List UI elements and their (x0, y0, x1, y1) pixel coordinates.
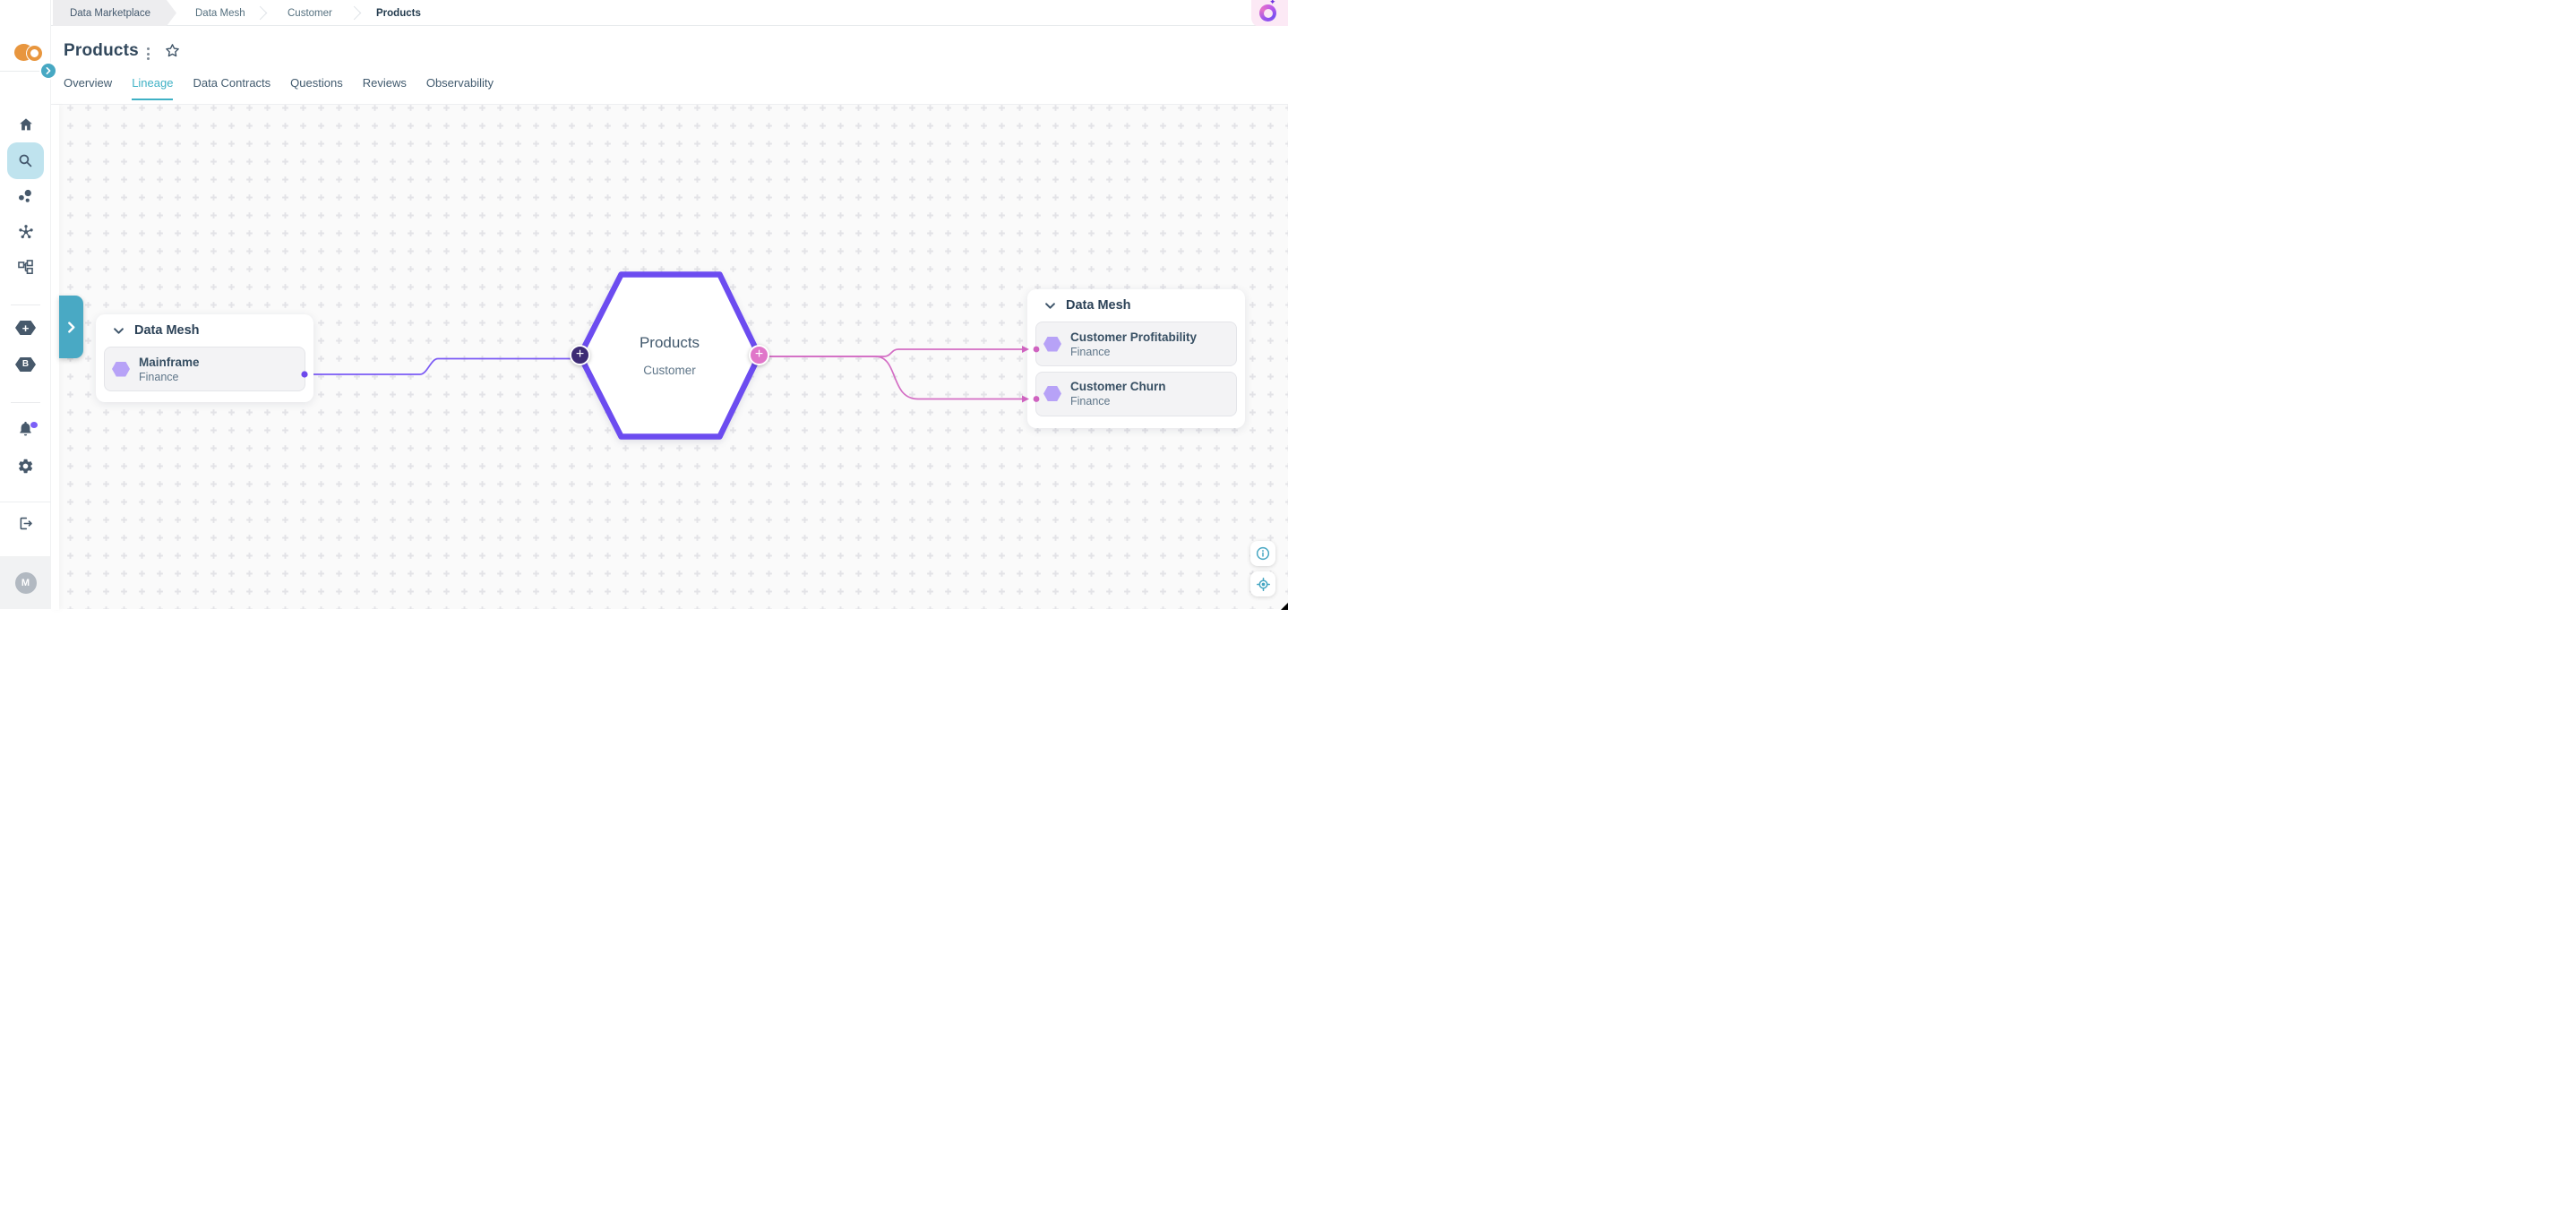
sidebar-item-search[interactable] (7, 142, 44, 179)
sidebar: + B M (0, 0, 51, 609)
add-upstream-button[interactable]: + (570, 345, 590, 365)
tab-reviews[interactable]: Reviews (363, 76, 407, 100)
divider (11, 304, 40, 305)
app-window: + B M Data Marketp (0, 0, 1288, 609)
page-title: Products (64, 41, 139, 61)
node-title: Products (580, 334, 760, 352)
sidebar-item-domains[interactable] (0, 188, 51, 205)
downstream-group-card: Data Mesh Customer Profitability Finance… (1027, 289, 1245, 428)
divider (11, 402, 40, 403)
add-downstream-button[interactable]: + (749, 345, 769, 365)
bubbles-icon (17, 188, 34, 205)
node-domain: Finance (1070, 346, 1197, 358)
sparkle-icon: ✦ (1276, 0, 1280, 2)
search-icon (17, 152, 34, 169)
sparkle-icon: ✦ (1269, 0, 1276, 6)
page-header: Products Overview Lineage Data Contracts… (51, 26, 1288, 105)
tab-observability[interactable]: Observability (426, 76, 494, 100)
avatar-section: M (0, 556, 51, 609)
breadcrumb-item-data-marketplace[interactable]: Data Marketplace (53, 0, 176, 26)
sidebar-expand-toggle[interactable] (41, 64, 56, 78)
avatar[interactable]: M (15, 572, 37, 594)
breadcrumb-item-data-mesh[interactable]: Data Mesh (195, 0, 245, 26)
sidebar-item-network[interactable] (0, 223, 51, 241)
hub-network-icon (17, 223, 35, 241)
sidebar-item-logout[interactable] (0, 515, 51, 532)
canvas-info-button[interactable] (1250, 541, 1275, 566)
node-name: Mainframe (139, 356, 200, 369)
favorite-star-button[interactable] (164, 42, 181, 64)
central-node-products[interactable]: Products Customer (580, 334, 760, 377)
sidebar-item-business-glossary[interactable]: B (0, 357, 51, 372)
panel-expand-toggle[interactable] (59, 296, 83, 358)
tab-overview[interactable]: Overview (64, 76, 112, 100)
tab-questions[interactable]: Questions (290, 76, 343, 100)
chevron-down-icon (1045, 303, 1055, 309)
data-product-hexagon-icon (1043, 337, 1061, 352)
home-icon (18, 116, 34, 133)
group-title: Data Mesh (134, 323, 200, 338)
node-domain: Finance (139, 371, 200, 383)
lineage-node-mainframe[interactable]: Mainframe Finance (104, 347, 305, 391)
upstream-group-card: Data Mesh Mainframe Finance (96, 314, 313, 402)
app-logo[interactable] (0, 18, 51, 54)
node-name: Customer Churn (1070, 380, 1166, 393)
divider (0, 71, 42, 72)
ai-assistant-button[interactable]: ✦ ✦ (1251, 0, 1288, 27)
tab-lineage[interactable]: Lineage (132, 76, 173, 100)
logo-ring-icon (27, 46, 42, 61)
ai-assistant-icon (1259, 4, 1276, 21)
sidebar-item-add-data-product[interactable]: + (0, 321, 51, 335)
chevron-right-icon (66, 322, 76, 333)
node-name: Customer Profitability (1070, 330, 1197, 344)
sidebar-item-home[interactable] (0, 116, 51, 133)
hierarchy-icon (17, 259, 34, 276)
breadcrumb-item-customer[interactable]: Customer (288, 0, 332, 26)
sidebar-item-settings[interactable] (0, 458, 51, 475)
group-header[interactable]: Data Mesh (1035, 289, 1237, 322)
data-product-hexagon-icon (112, 362, 130, 377)
tab-data-contracts[interactable]: Data Contracts (193, 76, 270, 100)
crosshair-locate-icon (1256, 577, 1271, 592)
notification-badge (30, 422, 38, 428)
hexagon-plus-icon: + (15, 321, 36, 335)
tab-bar: Overview Lineage Data Contracts Question… (64, 76, 494, 100)
group-header[interactable]: Data Mesh (104, 314, 305, 347)
lineage-node-customer-churn[interactable]: Customer Churn Finance (1035, 372, 1237, 416)
node-subtitle: Customer (580, 364, 760, 377)
node-domain: Finance (1070, 395, 1166, 407)
logout-icon (17, 515, 34, 532)
star-icon (164, 42, 181, 59)
logout-section (0, 502, 51, 556)
breadcrumb-item-products: Products (376, 0, 421, 26)
chevron-right-icon (45, 67, 52, 74)
gear-icon (17, 458, 34, 475)
info-icon (1256, 546, 1270, 561)
collapsed-left-panel (51, 105, 59, 610)
lineage-node-customer-profitability[interactable]: Customer Profitability Finance (1035, 322, 1237, 366)
sidebar-item-notifications[interactable] (0, 420, 51, 437)
breadcrumb-separator-icon (253, 5, 268, 20)
hexagon-b-icon: B (15, 357, 36, 372)
lineage-canvas[interactable]: Data Mesh Mainframe Finance Products Cus… (51, 104, 1288, 609)
breadcrumb-separator-icon (348, 5, 362, 20)
group-title: Data Mesh (1066, 298, 1131, 313)
canvas-locate-button[interactable] (1250, 571, 1275, 596)
breadcrumb: Data Marketplace Data Mesh Customer Prod… (51, 0, 1288, 26)
chevron-down-icon (114, 328, 124, 334)
sidebar-item-lineage[interactable] (0, 259, 51, 276)
more-options-button[interactable] (142, 46, 154, 62)
data-product-hexagon-icon (1043, 386, 1061, 401)
